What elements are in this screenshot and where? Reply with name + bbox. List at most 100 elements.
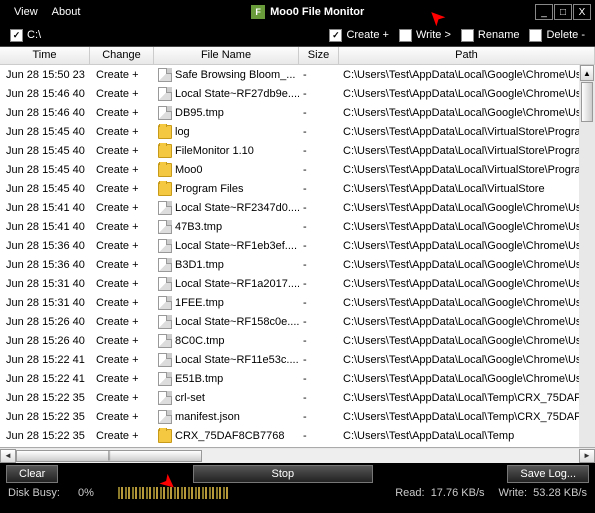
- cell-path: C:\Users\Test\AppData\Local\Temp\CRX_75D…: [339, 391, 595, 405]
- table-row[interactable]: Jun 28 15:45 40Create +FileMonitor 1.10-…: [0, 141, 595, 160]
- filter-create-checkbox[interactable]: ✓: [329, 29, 342, 42]
- file-icon: [158, 220, 172, 234]
- table-row[interactable]: Jun 28 15:41 40Create +Local State~RF234…: [0, 198, 595, 217]
- table-row[interactable]: Jun 28 15:46 40Create +Local State~RF27d…: [0, 84, 595, 103]
- cell-path: C:\Users\Test\AppData\Local\Google\Chrom…: [339, 315, 595, 329]
- cell-time: Jun 28 15:26 40: [0, 315, 90, 329]
- cell-file: 1FEE.tmp: [154, 295, 299, 311]
- table-row[interactable]: Jun 28 15:22 35Create +CRX_75DAF8CB7768-…: [0, 426, 595, 445]
- column-header-file[interactable]: File Name: [154, 47, 299, 64]
- cell-size: -: [299, 277, 339, 291]
- minimize-button[interactable]: _: [535, 4, 553, 20]
- file-name: Local State~RF158c0e....: [175, 316, 299, 328]
- column-header-size[interactable]: Size: [299, 47, 339, 64]
- maximize-button[interactable]: □: [554, 4, 572, 20]
- table-row[interactable]: Jun 28 15:22 35Create +manifest.json-C:\…: [0, 407, 595, 426]
- scroll-right-button[interactable]: ►: [579, 449, 595, 463]
- scroll-thumb[interactable]: [581, 82, 593, 122]
- cell-file: B3D1.tmp: [154, 257, 299, 273]
- filter-rename-label: Rename: [478, 29, 520, 41]
- table-row[interactable]: Jun 28 15:46 40Create +DB95.tmp-C:\Users…: [0, 103, 595, 122]
- horizontal-scrollbar[interactable]: ◄ ║ ►: [0, 447, 595, 463]
- table-row[interactable]: Jun 28 15:36 40Create +B3D1.tmp-C:\Users…: [0, 255, 595, 274]
- cell-time: Jun 28 15:50 23: [0, 68, 90, 82]
- cell-time: Jun 28 15:36 40: [0, 239, 90, 253]
- column-header-change[interactable]: Change: [90, 47, 154, 64]
- toolbar: ✓ C:\ ✓Create + Write > Rename Delete -: [0, 24, 595, 46]
- cell-time: Jun 28 15:45 40: [0, 125, 90, 139]
- cell-size: -: [299, 391, 339, 405]
- cell-size: -: [299, 315, 339, 329]
- table-row[interactable]: Jun 28 15:22 41Create +E51B.tmp-C:\Users…: [0, 369, 595, 388]
- cell-change: Create +: [90, 429, 154, 443]
- filter-rename-checkbox[interactable]: [461, 29, 474, 42]
- cell-time: Jun 28 15:41 40: [0, 201, 90, 215]
- table-row[interactable]: Jun 28 15:31 40Create +Local State~RF1a2…: [0, 274, 595, 293]
- cell-change: Create +: [90, 239, 154, 253]
- table-row[interactable]: Jun 28 15:45 40Create +Moo0-C:\Users\Tes…: [0, 160, 595, 179]
- vertical-scrollbar[interactable]: ▲: [579, 65, 595, 447]
- cell-file: Program Files: [154, 181, 299, 197]
- cell-path: C:\Users\Test\AppData\Local\Google\Chrom…: [339, 296, 595, 310]
- file-icon: [158, 106, 172, 120]
- file-icon: [158, 87, 172, 101]
- cell-file: 47B3.tmp: [154, 219, 299, 235]
- cell-size: -: [299, 163, 339, 177]
- menu-about[interactable]: About: [52, 6, 81, 18]
- folder-icon: [158, 125, 172, 139]
- cell-size: -: [299, 68, 339, 82]
- file-icon: [158, 334, 172, 348]
- file-icon: [158, 410, 172, 424]
- cell-size: -: [299, 87, 339, 101]
- file-name: 8C0C.tmp: [175, 335, 225, 347]
- cell-change: Create +: [90, 68, 154, 82]
- file-name: Local State~RF2347d0....: [175, 202, 299, 214]
- cell-change: Create +: [90, 182, 154, 196]
- table-row[interactable]: Jun 28 15:45 40Create +Program Files-C:\…: [0, 179, 595, 198]
- menu-view[interactable]: View: [14, 6, 38, 18]
- table-row[interactable]: Jun 28 15:26 40Create +Local State~RF158…: [0, 312, 595, 331]
- cell-file: Local State~RF1a2017....: [154, 276, 299, 292]
- cell-path: C:\Users\Test\AppData\Local\Google\Chrom…: [339, 106, 595, 120]
- filter-delete-checkbox[interactable]: [529, 29, 542, 42]
- cell-size: -: [299, 106, 339, 120]
- cell-change: Create +: [90, 144, 154, 158]
- scroll-left-button[interactable]: ◄: [0, 449, 16, 463]
- scroll-up-button[interactable]: ▲: [580, 65, 594, 81]
- close-button[interactable]: X: [573, 4, 591, 20]
- file-icon: [158, 277, 172, 291]
- cell-file: Local State~RF2347d0....: [154, 200, 299, 216]
- status-bar: Disk Busy: 0% Read: 17.76 KB/s Write: 53…: [0, 485, 595, 501]
- table-row[interactable]: Jun 28 15:45 40Create +log-C:\Users\Test…: [0, 122, 595, 141]
- drive-checkbox[interactable]: ✓: [10, 29, 23, 42]
- cell-size: -: [299, 296, 339, 310]
- stop-button[interactable]: Stop: [193, 465, 373, 483]
- cell-time: Jun 28 15:22 41: [0, 353, 90, 367]
- filter-write-checkbox[interactable]: [399, 29, 412, 42]
- disk-busy-label: Disk Busy:: [8, 487, 60, 499]
- disk-busy-value: 0%: [78, 487, 94, 499]
- save-log-button[interactable]: Save Log...: [507, 465, 589, 483]
- folder-icon: [158, 429, 172, 443]
- table-row[interactable]: Jun 28 15:22 35Create +crl-set-C:\Users\…: [0, 388, 595, 407]
- clear-button[interactable]: Clear: [6, 465, 58, 483]
- file-icon: [158, 353, 172, 367]
- hscroll-thumb[interactable]: ║: [16, 450, 202, 462]
- filter-delete-label: Delete -: [546, 29, 585, 41]
- cell-change: Create +: [90, 372, 154, 386]
- table-row[interactable]: Jun 28 15:50 23Create +Safe Browsing Blo…: [0, 65, 595, 84]
- cell-file: E51B.tmp: [154, 371, 299, 387]
- column-header-path[interactable]: Path: [339, 47, 595, 64]
- column-header-time[interactable]: Time: [0, 47, 90, 64]
- cell-time: Jun 28 15:45 40: [0, 144, 90, 158]
- write-value: 53.28 KB/s: [533, 487, 587, 499]
- filter-write-label: Write >: [416, 29, 451, 41]
- cell-path: C:\Users\Test\AppData\Local\Google\Chrom…: [339, 258, 595, 272]
- table-row[interactable]: Jun 28 15:41 40Create +47B3.tmp-C:\Users…: [0, 217, 595, 236]
- table-row[interactable]: Jun 28 15:22 41Create +Local State~RF11e…: [0, 350, 595, 369]
- table-row[interactable]: Jun 28 15:31 40Create +1FEE.tmp-C:\Users…: [0, 293, 595, 312]
- table-row[interactable]: Jun 28 15:26 40Create +8C0C.tmp-C:\Users…: [0, 331, 595, 350]
- table-row[interactable]: Jun 28 15:36 40Create +Local State~RF1eb…: [0, 236, 595, 255]
- file-icon: [158, 391, 172, 405]
- filter-create-label: Create +: [346, 29, 389, 41]
